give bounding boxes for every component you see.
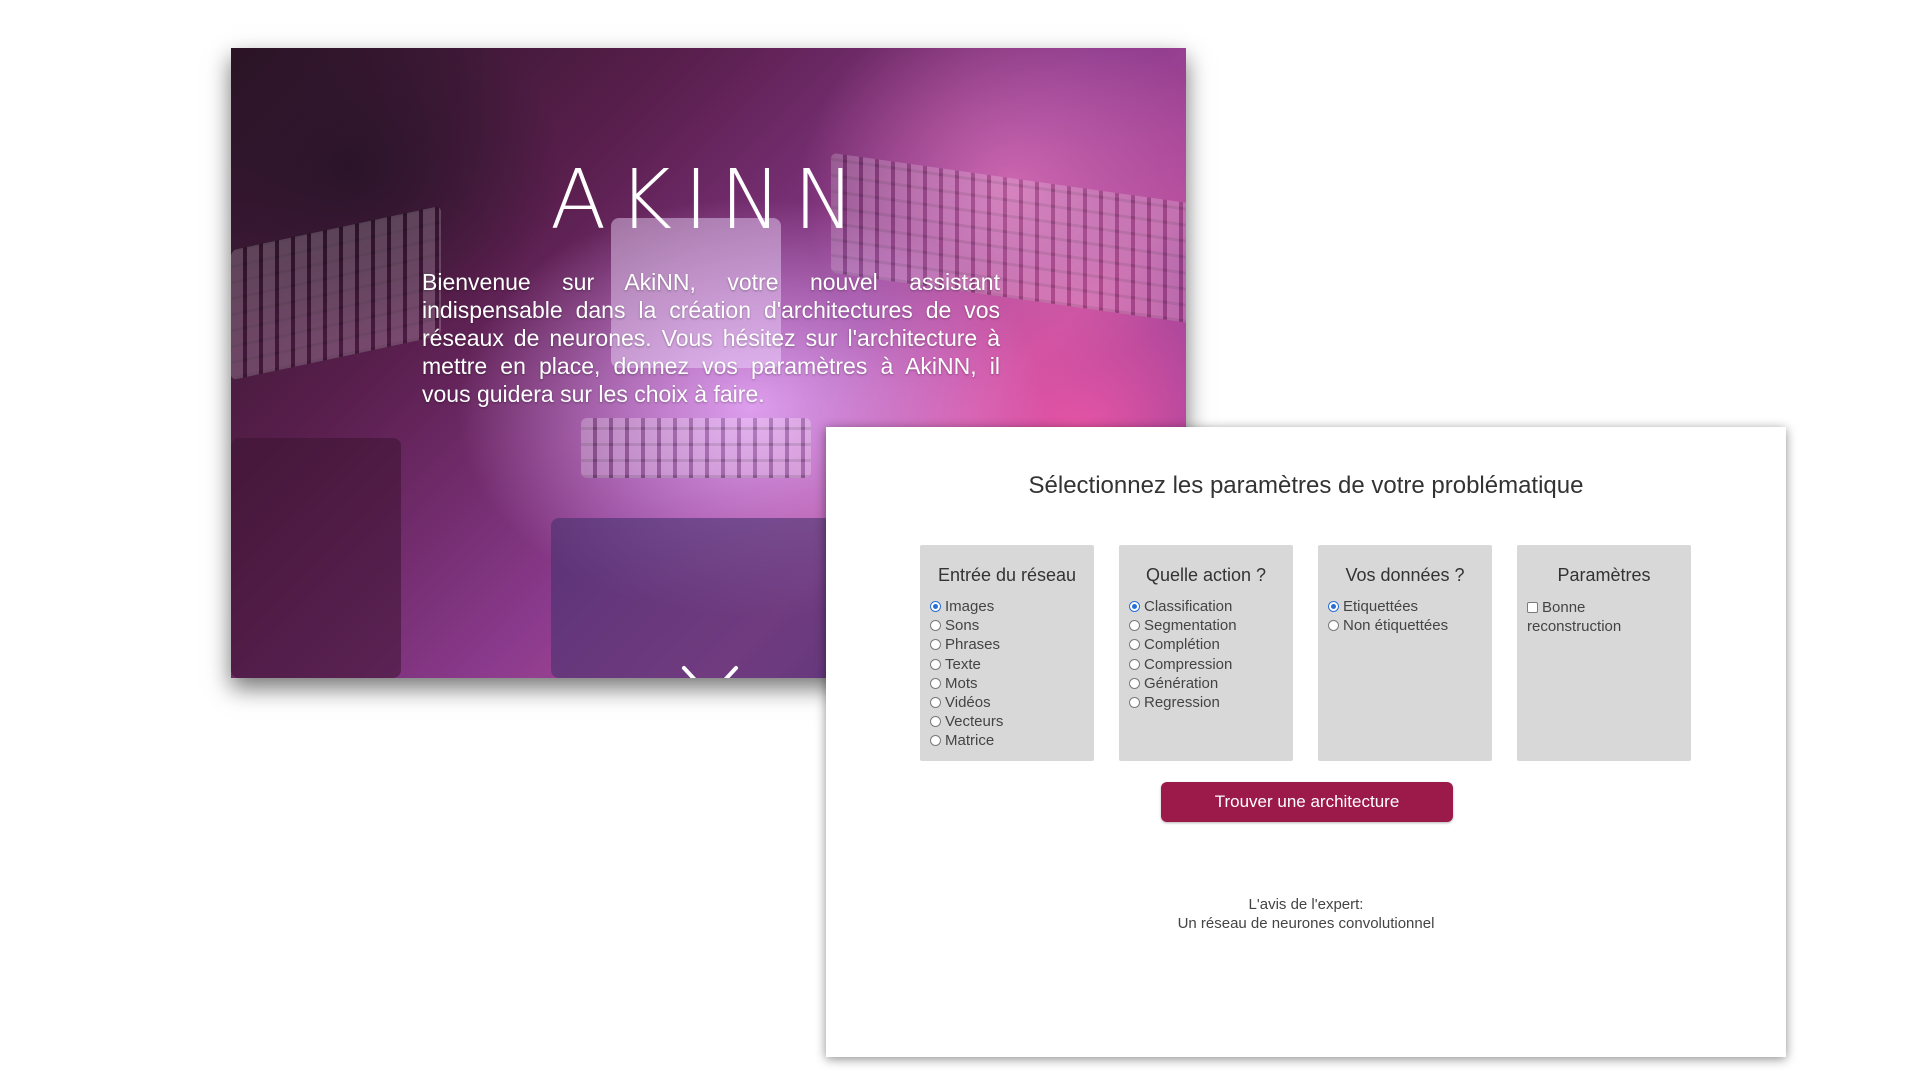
group-action: Quelle action ? Classification Segmentat… <box>1119 545 1293 761</box>
page: AKINN Bienvenue sur AkiNN, votre nouvel … <box>0 0 1920 1080</box>
radio-button[interactable] <box>1328 620 1339 632</box>
option-label: Texte <box>945 655 981 673</box>
option-mots[interactable]: Mots <box>930 675 1086 694</box>
option-sons[interactable]: Sons <box>930 617 1086 636</box>
group-title: Vos données ? <box>1345 565 1465 585</box>
option-segmentation[interactable]: Segmentation <box>1129 617 1285 636</box>
radio-button[interactable] <box>1328 601 1339 612</box>
option-classification[interactable]: Classification <box>1129 598 1285 617</box>
option-label: Non étiquettées <box>1343 617 1449 635</box>
option-videos[interactable]: Vidéos <box>930 694 1086 713</box>
intro-text: Bienvenue sur AkiNN, votre nouvel assist… <box>422 269 1000 407</box>
radio-button[interactable] <box>1129 677 1140 689</box>
option-completion[interactable]: Complétion <box>1129 636 1285 655</box>
parameter-groups: Entrée du réseau Images Sons Phrases Tex… <box>920 545 1692 761</box>
radio-button[interactable] <box>930 639 941 651</box>
option-label: Images <box>945 598 995 615</box>
option-label: Segmentation <box>1144 617 1237 635</box>
option-label: Génération <box>1144 674 1219 692</box>
option-label: Vecteurs <box>945 713 1004 731</box>
radio-button[interactable] <box>1129 601 1140 612</box>
background-tape-image <box>231 438 401 678</box>
radio-button[interactable] <box>930 696 941 708</box>
expert-label: L'avis de l'expert: <box>1248 896 1364 913</box>
chevron-down-icon[interactable] <box>680 662 740 678</box>
panel-title: Sélectionnez les paramètres de votre pro… <box>1028 472 1584 499</box>
radio-button[interactable] <box>930 677 941 689</box>
expert-answer: Un réseau de neurones convolutionnel <box>1177 915 1435 932</box>
parameters-panel: Sélectionnez les paramètres de votre pro… <box>826 427 1786 1057</box>
radio-button[interactable] <box>1129 620 1140 632</box>
radio-button[interactable] <box>1129 696 1140 708</box>
option-label: Phrases <box>945 636 1001 654</box>
option-vecteurs[interactable]: Vecteurs <box>930 713 1086 732</box>
radio-button[interactable] <box>930 620 941 632</box>
group-network-input: Entrée du réseau Images Sons Phrases Tex… <box>920 545 1094 761</box>
option-label: Sons <box>945 617 980 635</box>
option-label: Classification <box>1144 598 1233 615</box>
option-generation[interactable]: Génération <box>1129 675 1285 694</box>
background-keyboard-image <box>581 418 811 478</box>
group-title: Quelle action ? <box>1145 565 1267 585</box>
option-label: Vidéos <box>945 693 991 711</box>
option-label: Etiquettées <box>1343 598 1419 615</box>
option-label: Compression <box>1144 655 1233 673</box>
option-unlabeled[interactable]: Non étiquettées <box>1328 617 1484 636</box>
option-good-reconstruction[interactable]: Bonne reconstruction <box>1527 598 1683 636</box>
group-data: Vos données ? Etiquettées Non étiquettée… <box>1318 545 1492 761</box>
option-labeled[interactable]: Etiquettées <box>1328 598 1484 617</box>
option-texte[interactable]: Texte <box>930 656 1086 675</box>
group-parameters: Paramètres Bonne reconstruction <box>1517 545 1691 761</box>
radio-button[interactable] <box>1129 639 1140 651</box>
option-label: Matrice <box>945 732 995 750</box>
radio-button[interactable] <box>930 658 941 670</box>
option-phrases[interactable]: Phrases <box>930 636 1086 655</box>
radio-button[interactable] <box>1129 658 1140 670</box>
option-label: Mots <box>945 674 978 692</box>
option-compression[interactable]: Compression <box>1129 656 1285 675</box>
radio-button[interactable] <box>930 716 941 728</box>
option-matrice[interactable]: Matrice <box>930 732 1086 751</box>
option-label: Regression <box>1144 693 1220 711</box>
option-label: Bonne reconstruction <box>1527 599 1622 635</box>
option-label: Complétion <box>1144 636 1220 654</box>
option-images[interactable]: Images <box>930 598 1086 617</box>
app-logo: AKINN <box>550 153 867 248</box>
radio-button[interactable] <box>930 601 941 612</box>
option-regression[interactable]: Regression <box>1129 694 1285 713</box>
radio-button[interactable] <box>930 735 941 747</box>
group-title: Paramètres <box>1557 565 1651 585</box>
find-architecture-button[interactable]: Trouver une architecture <box>1161 782 1453 822</box>
group-title: Entrée du réseau <box>937 565 1077 585</box>
background-cassette-image <box>551 518 851 678</box>
checkbox[interactable] <box>1527 602 1538 613</box>
expert-opinion: L'avis de l'expert: Un réseau de neurone… <box>826 895 1786 933</box>
